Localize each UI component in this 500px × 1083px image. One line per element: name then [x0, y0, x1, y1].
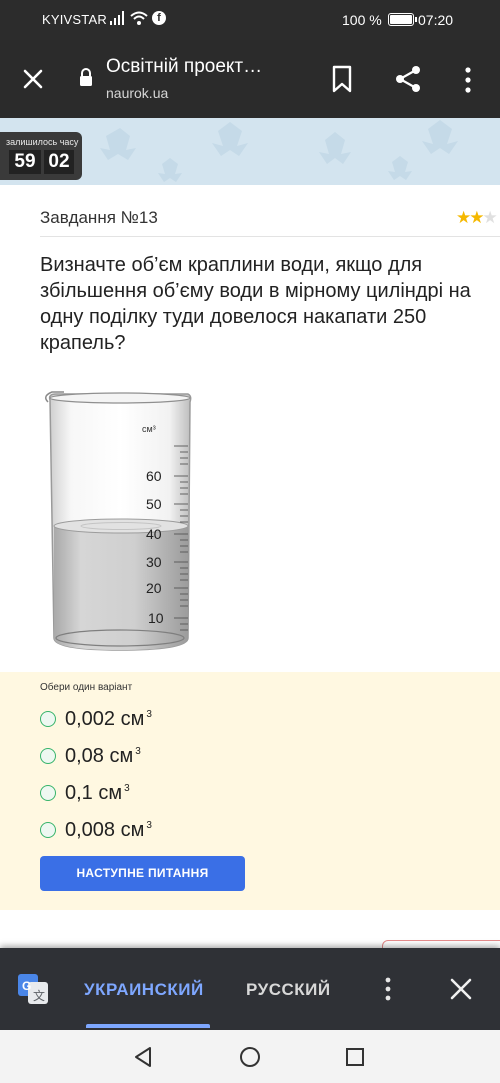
home-icon[interactable] [239, 1046, 261, 1068]
battery-percent: 100 % [342, 12, 382, 28]
wifi-icon [130, 11, 148, 25]
scale-label: 10 [148, 610, 164, 626]
lock-icon [80, 68, 92, 86]
answer-option-text: 0,008 см 3 [65, 818, 152, 841]
bookmark-icon[interactable] [330, 64, 354, 94]
difficulty-stars: ★★★ [456, 208, 498, 228]
radio-button[interactable] [40, 711, 56, 727]
radio-button[interactable] [40, 785, 56, 801]
answer-option-text: 0,08 см 3 [65, 744, 141, 767]
choose-one-hint: Обери один варіант [40, 682, 133, 693]
timer-minutes: 59 [9, 150, 41, 174]
star-icon: ★ [469, 208, 484, 227]
star-icon: ★ [456, 208, 471, 227]
clock: 07:20 [418, 12, 454, 28]
active-tab-indicator [86, 1024, 210, 1028]
signal-icon [110, 11, 124, 25]
language-tab-ukrainian[interactable]: УКРАИНСКИЙ [84, 980, 204, 1000]
facebook-notification-icon: f [152, 11, 166, 25]
answer-option-text: 0,002 см 3 [65, 707, 152, 730]
radio-button[interactable] [40, 822, 56, 838]
browser-toolbar: Освітній проект… naurok.ua [0, 40, 500, 118]
carrier-name: KYIVSTAR [42, 12, 107, 27]
timer-label: залишилось часу [6, 137, 79, 147]
unit-label: см³ [142, 424, 156, 434]
share-icon[interactable] [394, 64, 422, 94]
divider [40, 236, 500, 237]
battery-icon [388, 13, 417, 26]
back-icon[interactable] [132, 1046, 154, 1068]
star-empty-icon: ★ [482, 208, 498, 227]
radio-button[interactable] [40, 748, 56, 764]
recent-apps-icon[interactable] [344, 1046, 366, 1068]
answer-option[interactable]: 0,1 см 3 [40, 781, 130, 805]
timer-seconds: 02 [44, 150, 74, 174]
scale-label: 20 [146, 580, 162, 596]
status-bar: KYIVSTAR f 100 % 07:20 [0, 0, 500, 40]
scale-label: 60 [146, 468, 162, 484]
system-navigation-bar [0, 1030, 500, 1083]
svg-text:文: 文 [33, 988, 45, 1003]
answer-option[interactable]: 0,008 см 3 [40, 818, 152, 842]
answer-option-text: 0,1 см 3 [65, 781, 130, 804]
scale-label: 40 [146, 526, 162, 542]
answer-option[interactable]: 0,002 см 3 [40, 707, 152, 731]
page-url[interactable]: naurok.ua [106, 85, 168, 101]
question-text: Визначте об’єм краплини води, якщо для з… [40, 254, 471, 354]
svg-text:G: G [22, 979, 31, 993]
scale-label: 50 [146, 496, 162, 512]
more-menu-icon[interactable] [458, 66, 478, 94]
close-icon[interactable] [448, 976, 474, 1002]
time-remaining-timer: залишилось часу 59 02 [0, 132, 82, 180]
answer-option[interactable]: 0,08 см 3 [40, 744, 141, 768]
page-title: Освітній проект… [106, 56, 263, 77]
measuring-beaker-image: см³ 60 50 40 30 20 10 [45, 391, 192, 651]
close-icon[interactable] [18, 64, 48, 94]
language-tab-russian[interactable]: РУССКИЙ [246, 980, 331, 1000]
next-question-button[interactable]: НАСТУПНЕ ПИТАННЯ [40, 856, 245, 891]
translate-bar: G 文 УКРАИНСКИЙ РУССКИЙ [0, 948, 500, 1030]
task-heading: Завдання №13 [40, 208, 158, 227]
translate-menu-icon[interactable] [380, 976, 396, 1002]
google-translate-icon[interactable]: G 文 [18, 974, 48, 1004]
scale-label: 30 [146, 554, 162, 570]
